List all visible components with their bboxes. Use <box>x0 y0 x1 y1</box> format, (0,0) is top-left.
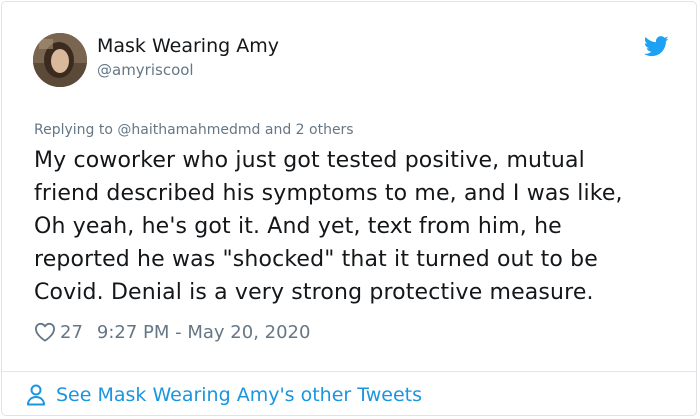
like-count[interactable]: 27 <box>60 322 83 343</box>
see-other-tweets-label[interactable]: See Mask Wearing Amy's other Tweets <box>56 383 422 407</box>
tweet-card: Mask Wearing Amy @amyriscool Replying to… <box>1 1 697 416</box>
tweet-body: My coworker who just got tested positive… <box>34 144 684 309</box>
author-avatar[interactable] <box>33 33 87 87</box>
avatar-photo-icon <box>33 33 87 87</box>
replying-to-line[interactable]: Replying to @haithamahmedmd and 2 others <box>34 121 354 139</box>
tweet-line: friend described his symptoms to me, and… <box>34 181 623 206</box>
tweet-timestamp[interactable]: 9:27 PM - May 20, 2020 <box>97 322 311 343</box>
author-display-name[interactable]: Mask Wearing Amy <box>97 34 279 58</box>
author-handle[interactable]: @amyriscool <box>97 60 194 80</box>
heart-outline-icon[interactable] <box>34 322 56 342</box>
tweet-line: My coworker who just got tested positive… <box>34 148 585 173</box>
twitter-bird-icon[interactable] <box>644 36 669 57</box>
see-other-tweets-link[interactable]: See Mask Wearing Amy's other Tweets <box>26 383 422 407</box>
tweet-line: Covid. Denial is a very strong protectiv… <box>34 280 594 305</box>
tweet-line: reported he was "shocked" that it turned… <box>34 247 598 272</box>
footer-divider <box>2 371 696 372</box>
tweet-line: Oh yeah, he's got it. And yet, text from… <box>34 214 562 239</box>
person-outline-icon <box>27 384 45 406</box>
tweet-meta: 27 9:27 PM - May 20, 2020 <box>34 320 310 344</box>
